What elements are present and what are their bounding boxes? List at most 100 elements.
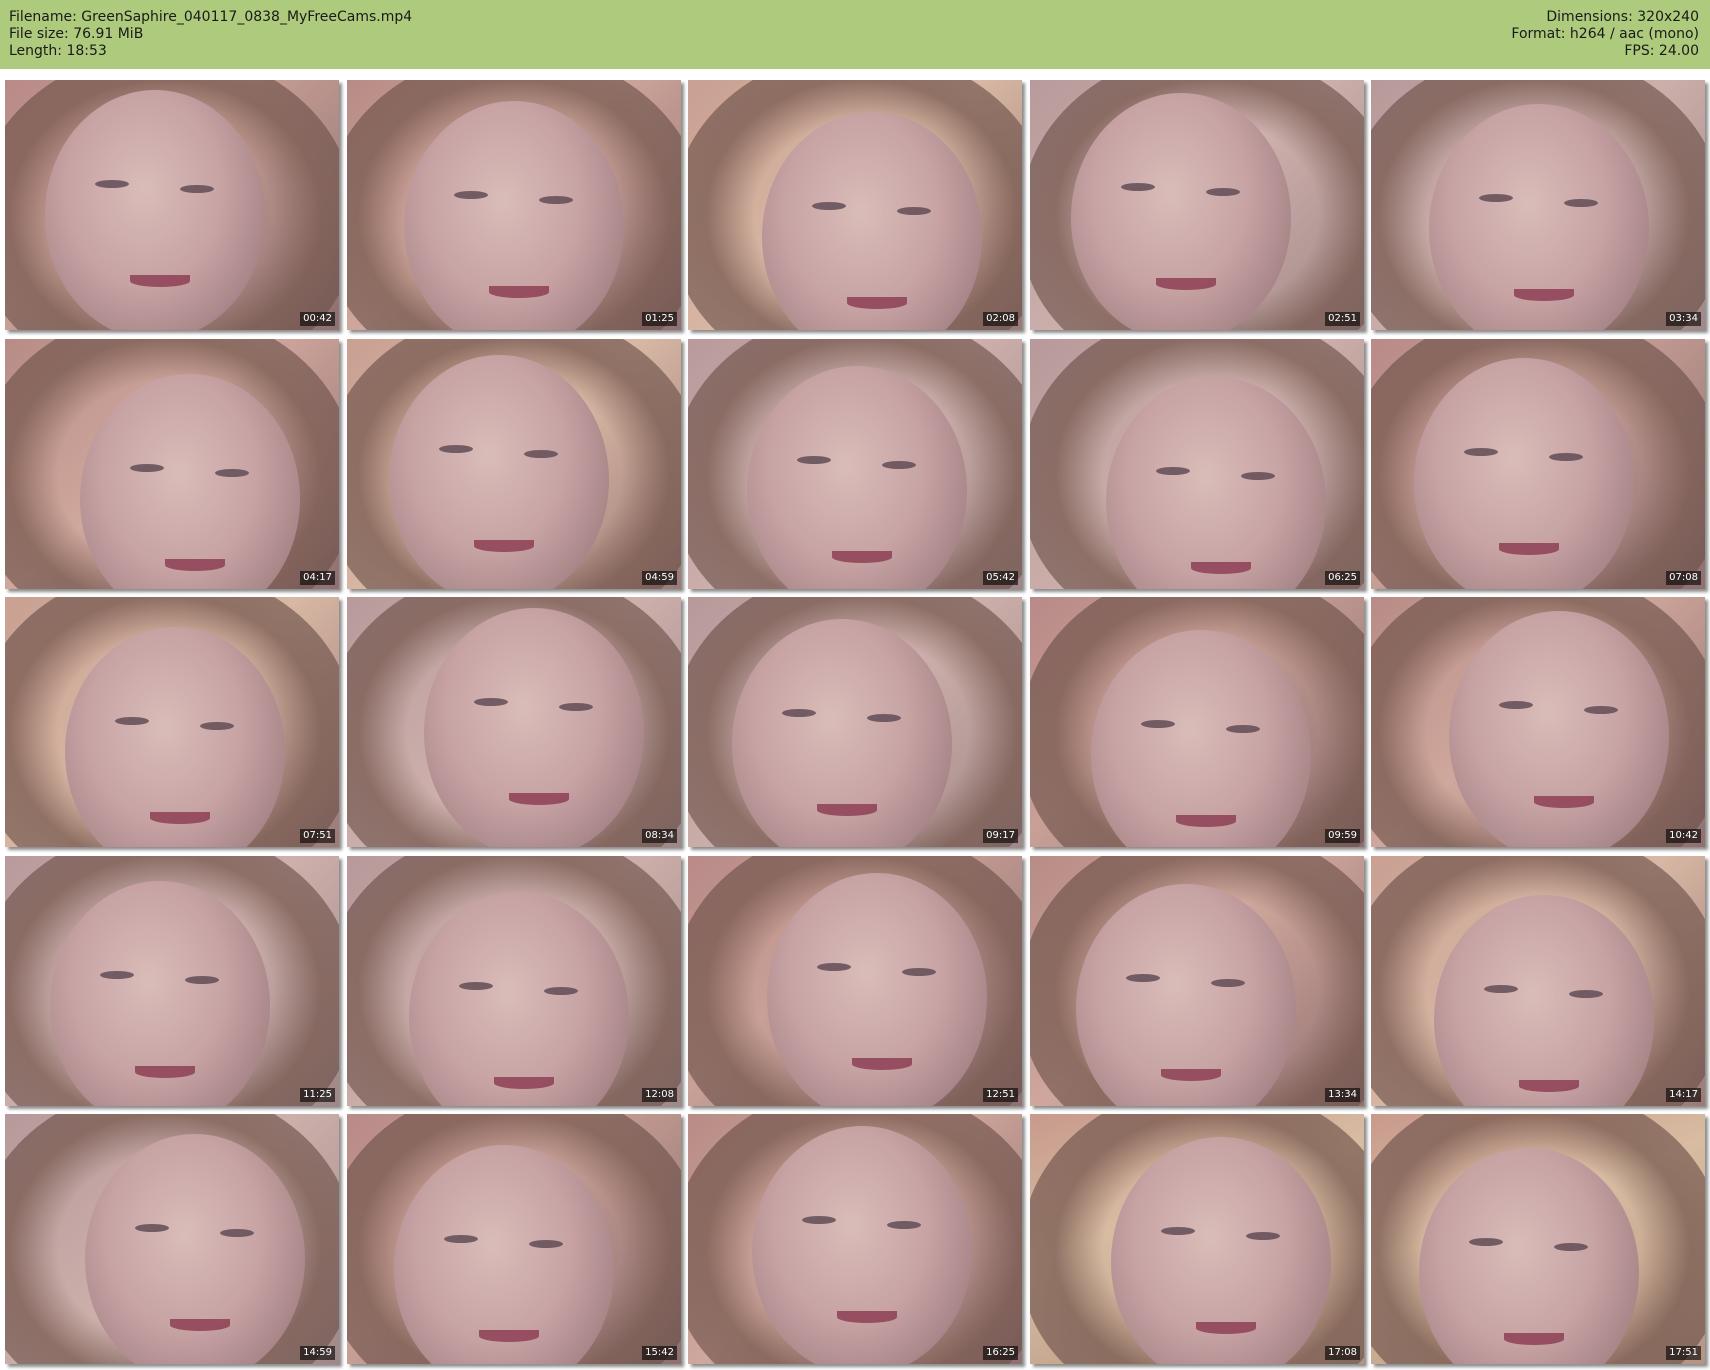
face-shape	[1071, 93, 1291, 330]
thumbnail-timestamp: 17:51	[1666, 1346, 1701, 1360]
filesize-text: File size: 76.91 MiB	[9, 26, 144, 42]
mouth-shape	[832, 551, 892, 563]
eye-shape	[459, 982, 493, 990]
file-info-left: Filename: GreenSaphire_040117_0838_MyFre…	[9, 9, 412, 60]
thumbnail-timestamp: 10:42	[1666, 829, 1701, 843]
video-thumbnail: 13:34	[1030, 856, 1364, 1106]
mouth-shape	[1191, 562, 1251, 574]
mouth-shape	[1504, 1333, 1564, 1345]
face-shape	[389, 355, 609, 589]
mouth-shape	[479, 1330, 539, 1342]
thumbnail-timestamp: 13:34	[1325, 1088, 1360, 1102]
eye-shape	[817, 963, 851, 971]
video-thumbnail: 16:25	[688, 1114, 1022, 1364]
mouth-shape	[817, 804, 877, 816]
eye-shape	[1121, 183, 1155, 191]
mouth-shape	[489, 286, 549, 298]
mouth-shape	[1519, 1080, 1579, 1092]
thumbnail-timestamp: 00:42	[300, 312, 335, 326]
format-text: Format: h264 / aac (mono)	[1511, 26, 1699, 42]
thumbnail-timestamp: 05:42	[983, 571, 1018, 585]
thumbnail-timestamp: 06:25	[1325, 571, 1360, 585]
video-thumbnail: 04:17	[5, 339, 339, 589]
video-thumbnail: 07:51	[5, 597, 339, 847]
video-thumbnail: 17:08	[1030, 1114, 1364, 1364]
thumbnail-timestamp: 02:08	[983, 312, 1018, 326]
eye-shape	[1241, 472, 1275, 480]
mouth-shape	[509, 793, 569, 805]
mouth-shape	[165, 559, 225, 571]
thumbnail-timestamp: 17:08	[1325, 1346, 1360, 1360]
thumbnail-timestamp: 03:34	[1666, 312, 1701, 326]
face-shape	[752, 1126, 972, 1364]
eye-shape	[1549, 453, 1583, 461]
face-shape	[767, 873, 987, 1106]
face-shape	[45, 90, 265, 330]
eye-shape	[95, 180, 129, 188]
eye-shape	[1161, 1227, 1195, 1235]
thumbnail-timestamp: 11:25	[300, 1088, 335, 1102]
eye-shape	[1469, 1238, 1503, 1246]
eye-shape	[185, 976, 219, 984]
eye-shape	[439, 445, 473, 453]
mouth-shape	[837, 1311, 897, 1323]
eye-shape	[1564, 199, 1598, 207]
video-thumbnail: 10:42	[1371, 597, 1705, 847]
mouth-shape	[150, 812, 210, 824]
eye-shape	[1211, 979, 1245, 987]
thumbnail-timestamp: 15:42	[642, 1346, 677, 1360]
mouth-shape	[1534, 796, 1594, 808]
video-thumbnail: 11:25	[5, 856, 339, 1106]
mouth-shape	[1514, 289, 1574, 301]
video-thumbnail: 06:25	[1030, 339, 1364, 589]
mouth-shape	[852, 1058, 912, 1070]
video-thumbnail: 08:34	[347, 597, 681, 847]
eye-shape	[1569, 990, 1603, 998]
eye-shape	[1156, 467, 1190, 475]
eye-shape	[1554, 1243, 1588, 1251]
mouth-shape	[1161, 1069, 1221, 1081]
fps-text: FPS: 24.00	[1624, 43, 1699, 59]
length-text: Length: 18:53	[9, 43, 107, 59]
filename-text: Filename: GreenSaphire_040117_0838_MyFre…	[9, 9, 413, 25]
video-thumbnail: 15:42	[347, 1114, 681, 1364]
eye-shape	[1141, 720, 1175, 728]
file-info-right: Dimensions: 320x240 Format: h264 / aac (…	[1511, 9, 1699, 60]
eye-shape	[454, 191, 488, 199]
thumbnail-timestamp: 09:59	[1325, 829, 1360, 843]
eye-shape	[887, 1221, 921, 1229]
video-thumbnail: 09:59	[1030, 597, 1364, 847]
eye-shape	[867, 714, 901, 722]
thumbnail-timestamp: 04:59	[642, 571, 677, 585]
eye-shape	[882, 461, 916, 469]
mouth-shape	[1176, 815, 1236, 827]
thumbnail-timestamp: 01:25	[642, 312, 677, 326]
mouth-shape	[130, 275, 190, 287]
info-header: Filename: GreenSaphire_040117_0838_MyFre…	[0, 0, 1710, 69]
thumbnail-timestamp: 14:59	[300, 1346, 335, 1360]
eye-shape	[100, 971, 134, 979]
mouth-shape	[1499, 543, 1559, 555]
thumbnail-timestamp: 07:08	[1666, 571, 1701, 585]
video-thumbnail: 04:59	[347, 339, 681, 589]
eye-shape	[135, 1224, 169, 1232]
video-thumbnail: 14:59	[5, 1114, 339, 1364]
eye-shape	[1246, 1232, 1280, 1240]
eye-shape	[200, 722, 234, 730]
eye-shape	[1479, 194, 1513, 202]
eye-shape	[529, 1240, 563, 1248]
video-thumbnail: 07:08	[1371, 339, 1705, 589]
eye-shape	[220, 1229, 254, 1237]
thumbnail-timestamp: 12:51	[983, 1088, 1018, 1102]
eye-shape	[180, 185, 214, 193]
video-thumbnail: 12:51	[688, 856, 1022, 1106]
eye-shape	[1499, 701, 1533, 709]
eye-shape	[812, 202, 846, 210]
thumbnail-timestamp: 09:17	[983, 829, 1018, 843]
video-thumbnail: 01:25	[347, 80, 681, 330]
mouth-shape	[847, 297, 907, 309]
eye-shape	[897, 207, 931, 215]
eye-shape	[130, 464, 164, 472]
eye-shape	[902, 968, 936, 976]
thumbnail-timestamp: 12:08	[642, 1088, 677, 1102]
